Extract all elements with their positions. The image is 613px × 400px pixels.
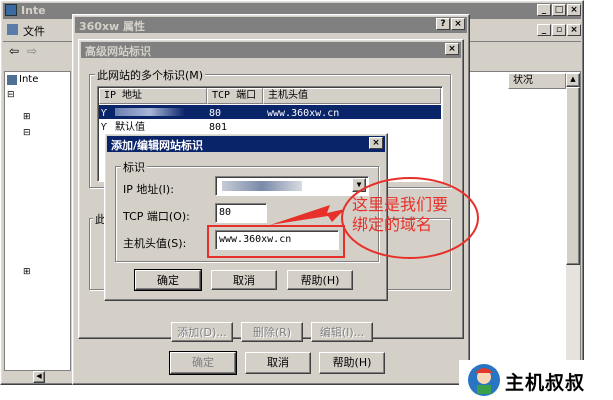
watermark-logo: 主机叔叔: [459, 360, 613, 400]
annotation-text: 这里是我们要 绑定的域名: [352, 195, 472, 235]
annotation-overlay: [207, 177, 479, 259]
annotation-line-2: 绑定的域名: [352, 215, 433, 234]
annotation-arrow: [270, 205, 345, 225]
host-highlight-box: [207, 225, 345, 258]
mascot-icon: [468, 364, 500, 396]
watermark-text: 主机叔叔: [505, 372, 586, 394]
annotation-line-1: 这里是我们要: [352, 195, 449, 214]
